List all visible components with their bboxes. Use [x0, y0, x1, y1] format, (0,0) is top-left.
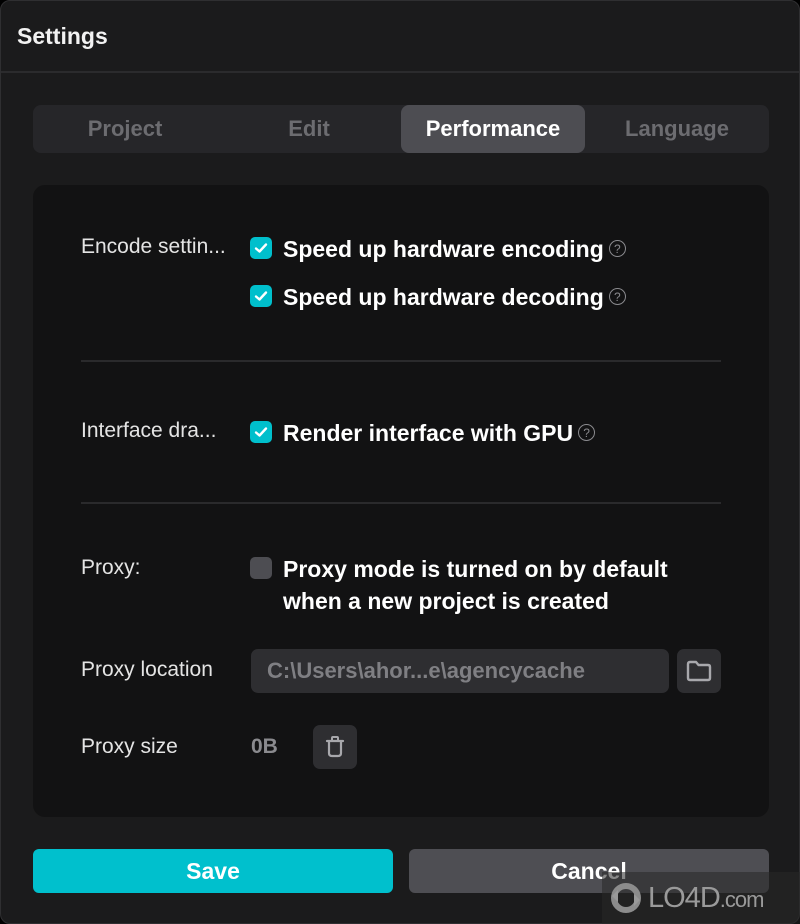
proxy-default-checkbox[interactable] — [250, 557, 272, 579]
tab-edit[interactable]: Edit — [217, 105, 401, 153]
tab-language[interactable]: Language — [585, 105, 769, 153]
window-title: Settings — [17, 23, 108, 49]
checkmark-icon — [254, 243, 268, 253]
proxy-default-label: Proxy mode is turned on by default when … — [283, 553, 668, 617]
tab-bar: Project Edit Performance Language — [33, 105, 769, 153]
proxy-location-label: Proxy location — [81, 658, 213, 681]
hardware-encoding-checkbox[interactable] — [250, 237, 272, 259]
proxy-default-label-line2: when a new project is created — [283, 588, 609, 614]
proxy-default-label-line1: Proxy mode is turned on by default — [283, 556, 668, 582]
watermark-suffix: .com — [719, 886, 765, 912]
question-circle-icon[interactable]: ? — [608, 240, 626, 257]
proxy-size-value: 0B — [251, 735, 278, 758]
lo4d-logo-icon — [611, 883, 641, 913]
encode-settings-label: Encode settin... — [81, 235, 226, 258]
section-divider — [81, 360, 721, 362]
title-bar: Settings — [1, 1, 799, 73]
proxy-size-label: Proxy size — [81, 735, 178, 758]
tab-performance[interactable]: Performance — [401, 105, 585, 153]
proxy-location-field[interactable]: C:\Users\ahor...e\agencycache — [251, 649, 669, 693]
hardware-encoding-option: Speed up hardware encoding ? — [250, 233, 626, 265]
trash-icon — [325, 736, 345, 758]
proxy-default-option: Proxy mode is turned on by default when … — [250, 553, 668, 617]
interface-drawing-label: Interface dra... — [81, 419, 217, 442]
settings-panel: Encode settin... Speed up hardware encod… — [33, 185, 769, 817]
gpu-render-option: Render interface with GPU ? — [250, 417, 596, 449]
folder-icon — [686, 660, 712, 682]
save-button[interactable]: Save — [33, 849, 393, 893]
hardware-encoding-label: Speed up hardware encoding — [283, 236, 604, 262]
gpu-render-label: Render interface with GPU — [283, 420, 574, 446]
section-divider — [81, 502, 721, 504]
question-circle-icon[interactable]: ? — [608, 288, 626, 305]
tab-project[interactable]: Project — [33, 105, 217, 153]
checkmark-icon — [254, 291, 268, 301]
checkmark-icon — [254, 427, 268, 437]
watermark-brand: LO4D — [648, 881, 721, 914]
proxy-label: Proxy: — [81, 556, 141, 579]
question-circle-icon[interactable]: ? — [578, 424, 596, 441]
watermark: LO4D.com — [602, 872, 800, 924]
clear-proxy-button[interactable] — [313, 725, 357, 769]
hardware-decoding-checkbox[interactable] — [250, 285, 272, 307]
gpu-render-checkbox[interactable] — [250, 421, 272, 443]
hardware-decoding-option: Speed up hardware decoding ? — [250, 281, 626, 313]
hardware-decoding-label: Speed up hardware decoding — [283, 284, 604, 310]
watermark-text: LO4D.com — [648, 881, 765, 915]
settings-window: Settings Project Edit Performance Langua… — [0, 0, 800, 924]
browse-folder-button[interactable] — [677, 649, 721, 693]
